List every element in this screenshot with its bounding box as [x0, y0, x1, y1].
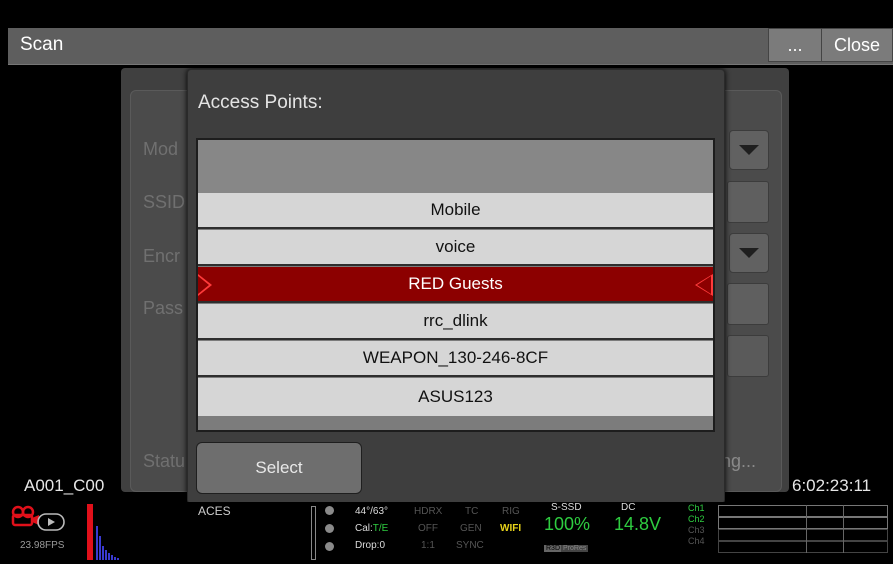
more-button[interactable]: ...	[768, 28, 822, 62]
indicator-dot	[325, 542, 334, 551]
indicator-dot	[325, 524, 334, 533]
window-title: Scan	[20, 34, 64, 55]
access-point-name: RED Guests	[408, 274, 503, 293]
select-button[interactable]: Select	[196, 442, 362, 494]
media-label: S-SSD	[551, 502, 582, 513]
encryption-label: Encr	[143, 246, 181, 266]
chevron-down-icon	[739, 145, 759, 155]
access-point-name: voice	[435, 237, 476, 256]
meter-divider	[806, 505, 807, 553]
audio-meter-frame	[311, 506, 316, 560]
title-bar: Scan ... Close	[8, 28, 893, 65]
tc-value: GEN	[460, 523, 482, 534]
record-tally-bar	[87, 504, 93, 560]
power-voltage: 14.8V	[614, 514, 662, 534]
list-item-selected[interactable]: RED Guests	[198, 267, 713, 303]
status-bar: 23.98FPS ACES 44°/63° Cal:T/E Drop:0 HDR…	[0, 502, 893, 564]
indicator-dot	[325, 506, 334, 515]
access-point-name: ASUS123	[418, 387, 493, 406]
list-item[interactable]: Mobile	[198, 193, 713, 229]
clip-name: A001_C00	[24, 476, 105, 495]
password-field[interactable]	[727, 283, 769, 325]
selection-left-caret-icon	[198, 274, 212, 296]
list-item[interactable]: WEAPON_130-246-8CF	[198, 341, 713, 377]
meter-divider	[843, 505, 844, 553]
channel-4: Ch4	[688, 536, 705, 546]
tc-label: TC	[465, 506, 479, 517]
sync-label: SYNC	[456, 540, 484, 551]
audio-meter-ch2	[718, 517, 888, 529]
calibration: Cal:T/E	[355, 523, 388, 534]
background-button[interactable]	[727, 335, 769, 377]
channel-3: Ch3	[688, 525, 705, 535]
playback-icon[interactable]	[37, 513, 65, 531]
temperature: 44°/63°	[355, 506, 389, 517]
wifi-status: WIFI	[500, 523, 522, 534]
ssid-field[interactable]	[727, 181, 769, 223]
rig-label: RIG	[502, 506, 520, 517]
timecode: 6:02:23:11	[792, 476, 872, 495]
list-header	[198, 140, 713, 194]
mode-label: Mod	[143, 139, 179, 159]
color-space: ACES	[198, 504, 231, 518]
status-value: ng...	[721, 451, 757, 471]
media-percent: 100%	[544, 514, 591, 534]
audio-meter-ch4	[718, 541, 888, 553]
password-label: Pass	[143, 298, 184, 318]
codec-prores: ProRes	[561, 545, 589, 552]
fps-readout: 23.98FPS	[20, 540, 65, 551]
close-button[interactable]: Close	[821, 28, 893, 62]
audio-meter-ch3	[718, 529, 888, 541]
dropped-frames: Drop:0	[355, 540, 386, 551]
list-item[interactable]: voice	[198, 230, 713, 266]
selection-right-caret-icon	[695, 274, 713, 296]
list-item[interactable]: ASUS123	[198, 378, 713, 416]
access-point-name: Mobile	[430, 200, 481, 219]
hdrx-label: HDRX	[414, 506, 443, 517]
ratio: 1:1	[421, 540, 435, 551]
status-label: Statu	[143, 451, 186, 471]
channel-2: Ch2	[688, 514, 705, 524]
chevron-down-icon	[739, 248, 759, 258]
access-point-list[interactable]: Mobile voice RED Guests rrc_dlink WEAPON…	[196, 138, 715, 432]
hdrx-value: OFF	[418, 523, 438, 534]
cal-value: T/E	[372, 523, 389, 534]
camera-record-icon[interactable]	[10, 505, 40, 527]
mode-dropdown[interactable]	[729, 130, 769, 170]
histogram-icon	[96, 526, 119, 560]
cal-label: Cal:	[355, 523, 373, 534]
channel-1: Ch1	[688, 503, 705, 513]
access-point-name: WEAPON_130-246-8CF	[362, 348, 549, 367]
list-footer	[198, 418, 713, 430]
access-points-dialog: Access Points: Mobile voice RED Guests r…	[187, 69, 725, 504]
power-label: DC	[621, 502, 636, 513]
codec-r3d: R3D	[544, 545, 563, 552]
ssid-label: SSID	[143, 192, 186, 212]
list-item[interactable]: rrc_dlink	[198, 304, 713, 340]
dialog-title: Access Points:	[198, 92, 323, 113]
audio-meter-ch1	[718, 505, 888, 517]
access-point-name: rrc_dlink	[423, 311, 488, 330]
encryption-dropdown[interactable]	[729, 233, 769, 273]
